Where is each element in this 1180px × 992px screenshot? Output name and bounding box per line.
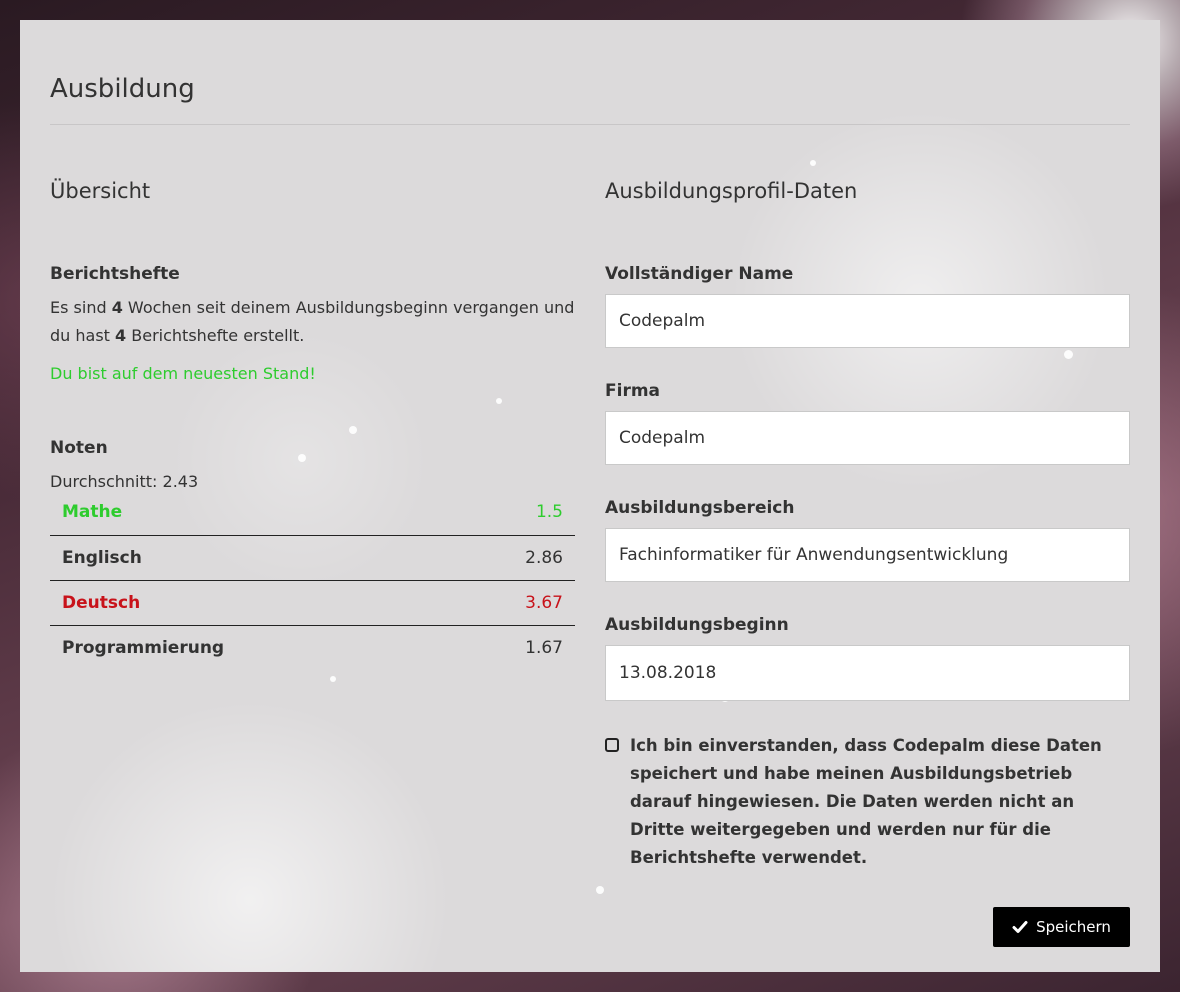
table-row: Englisch 2.86 (50, 534, 575, 580)
consent-text[interactable]: Ich bin einverstanden, dass Codepalm die… (630, 732, 1130, 872)
area-label: Ausbildungsbereich (605, 498, 795, 518)
reports-status: Du bist auf dem neuesten Stand! (50, 364, 316, 383)
bokeh-dot (596, 886, 604, 894)
reports-summary: Es sind 4 Wochen seit deinem Ausbildungs… (50, 294, 575, 350)
overview-column: Übersicht Berichtshefte Es sind 4 Wochen… (50, 176, 575, 670)
title-divider (50, 124, 1130, 125)
name-label: Vollständiger Name (605, 264, 794, 284)
company-input[interactable] (605, 411, 1130, 465)
weeks-count: 4 (111, 298, 123, 317)
grade-subject: Englisch (50, 534, 445, 580)
education-card: Ausbildung Übersicht Berichtshefte Es si… (20, 20, 1160, 972)
profile-title: Ausbildungsprofil-Daten (605, 179, 858, 203)
save-button[interactable]: Speichern (993, 907, 1130, 947)
reports-title: Berichtshefte (50, 264, 180, 284)
overview-title: Übersicht (50, 179, 151, 203)
grade-value: 1.67 (444, 624, 575, 670)
bokeh-dot (1064, 350, 1073, 359)
name-input[interactable] (605, 294, 1130, 348)
reports-text-part: Es sind (50, 298, 112, 317)
page-title: Ausbildung (50, 74, 195, 104)
bokeh-dot (496, 398, 502, 404)
check-icon (1012, 921, 1028, 933)
bokeh-dot (330, 676, 336, 682)
grades-title: Noten (50, 438, 108, 458)
grade-value: 3.67 (444, 579, 575, 625)
grades-table: Mathe 1.5 Englisch 2.86 Deutsch 3.67 Pro… (50, 490, 575, 670)
table-row: Mathe 1.5 (50, 490, 575, 535)
reports-count: 4 (115, 326, 127, 345)
bokeh-dot (298, 454, 306, 462)
reports-text-part: Berichtshefte erstellt. (126, 326, 305, 345)
average-value: 2.43 (162, 472, 199, 491)
start-label: Ausbildungsbeginn (605, 615, 789, 635)
table-row: Deutsch 3.67 (50, 579, 575, 625)
table-row: Programmierung 1.67 (50, 624, 575, 670)
grade-value: 2.86 (444, 534, 575, 580)
bokeh-dot (810, 160, 816, 166)
average-label: Durchschnitt: (50, 472, 163, 491)
profile-column: Ausbildungsprofil-Daten Vollständiger Na… (605, 176, 1130, 947)
consent-checkbox[interactable] (605, 738, 619, 752)
start-date-input[interactable] (605, 645, 1130, 701)
grade-subject: Deutsch (50, 579, 445, 625)
grade-value: 1.5 (535, 502, 563, 523)
area-input[interactable] (605, 528, 1130, 582)
save-label: Speichern (1036, 918, 1111, 936)
grade-subject: Programmierung (50, 624, 445, 670)
grade-subject: Mathe (62, 502, 123, 523)
company-label: Firma (605, 381, 661, 401)
bokeh-dot (349, 426, 357, 434)
